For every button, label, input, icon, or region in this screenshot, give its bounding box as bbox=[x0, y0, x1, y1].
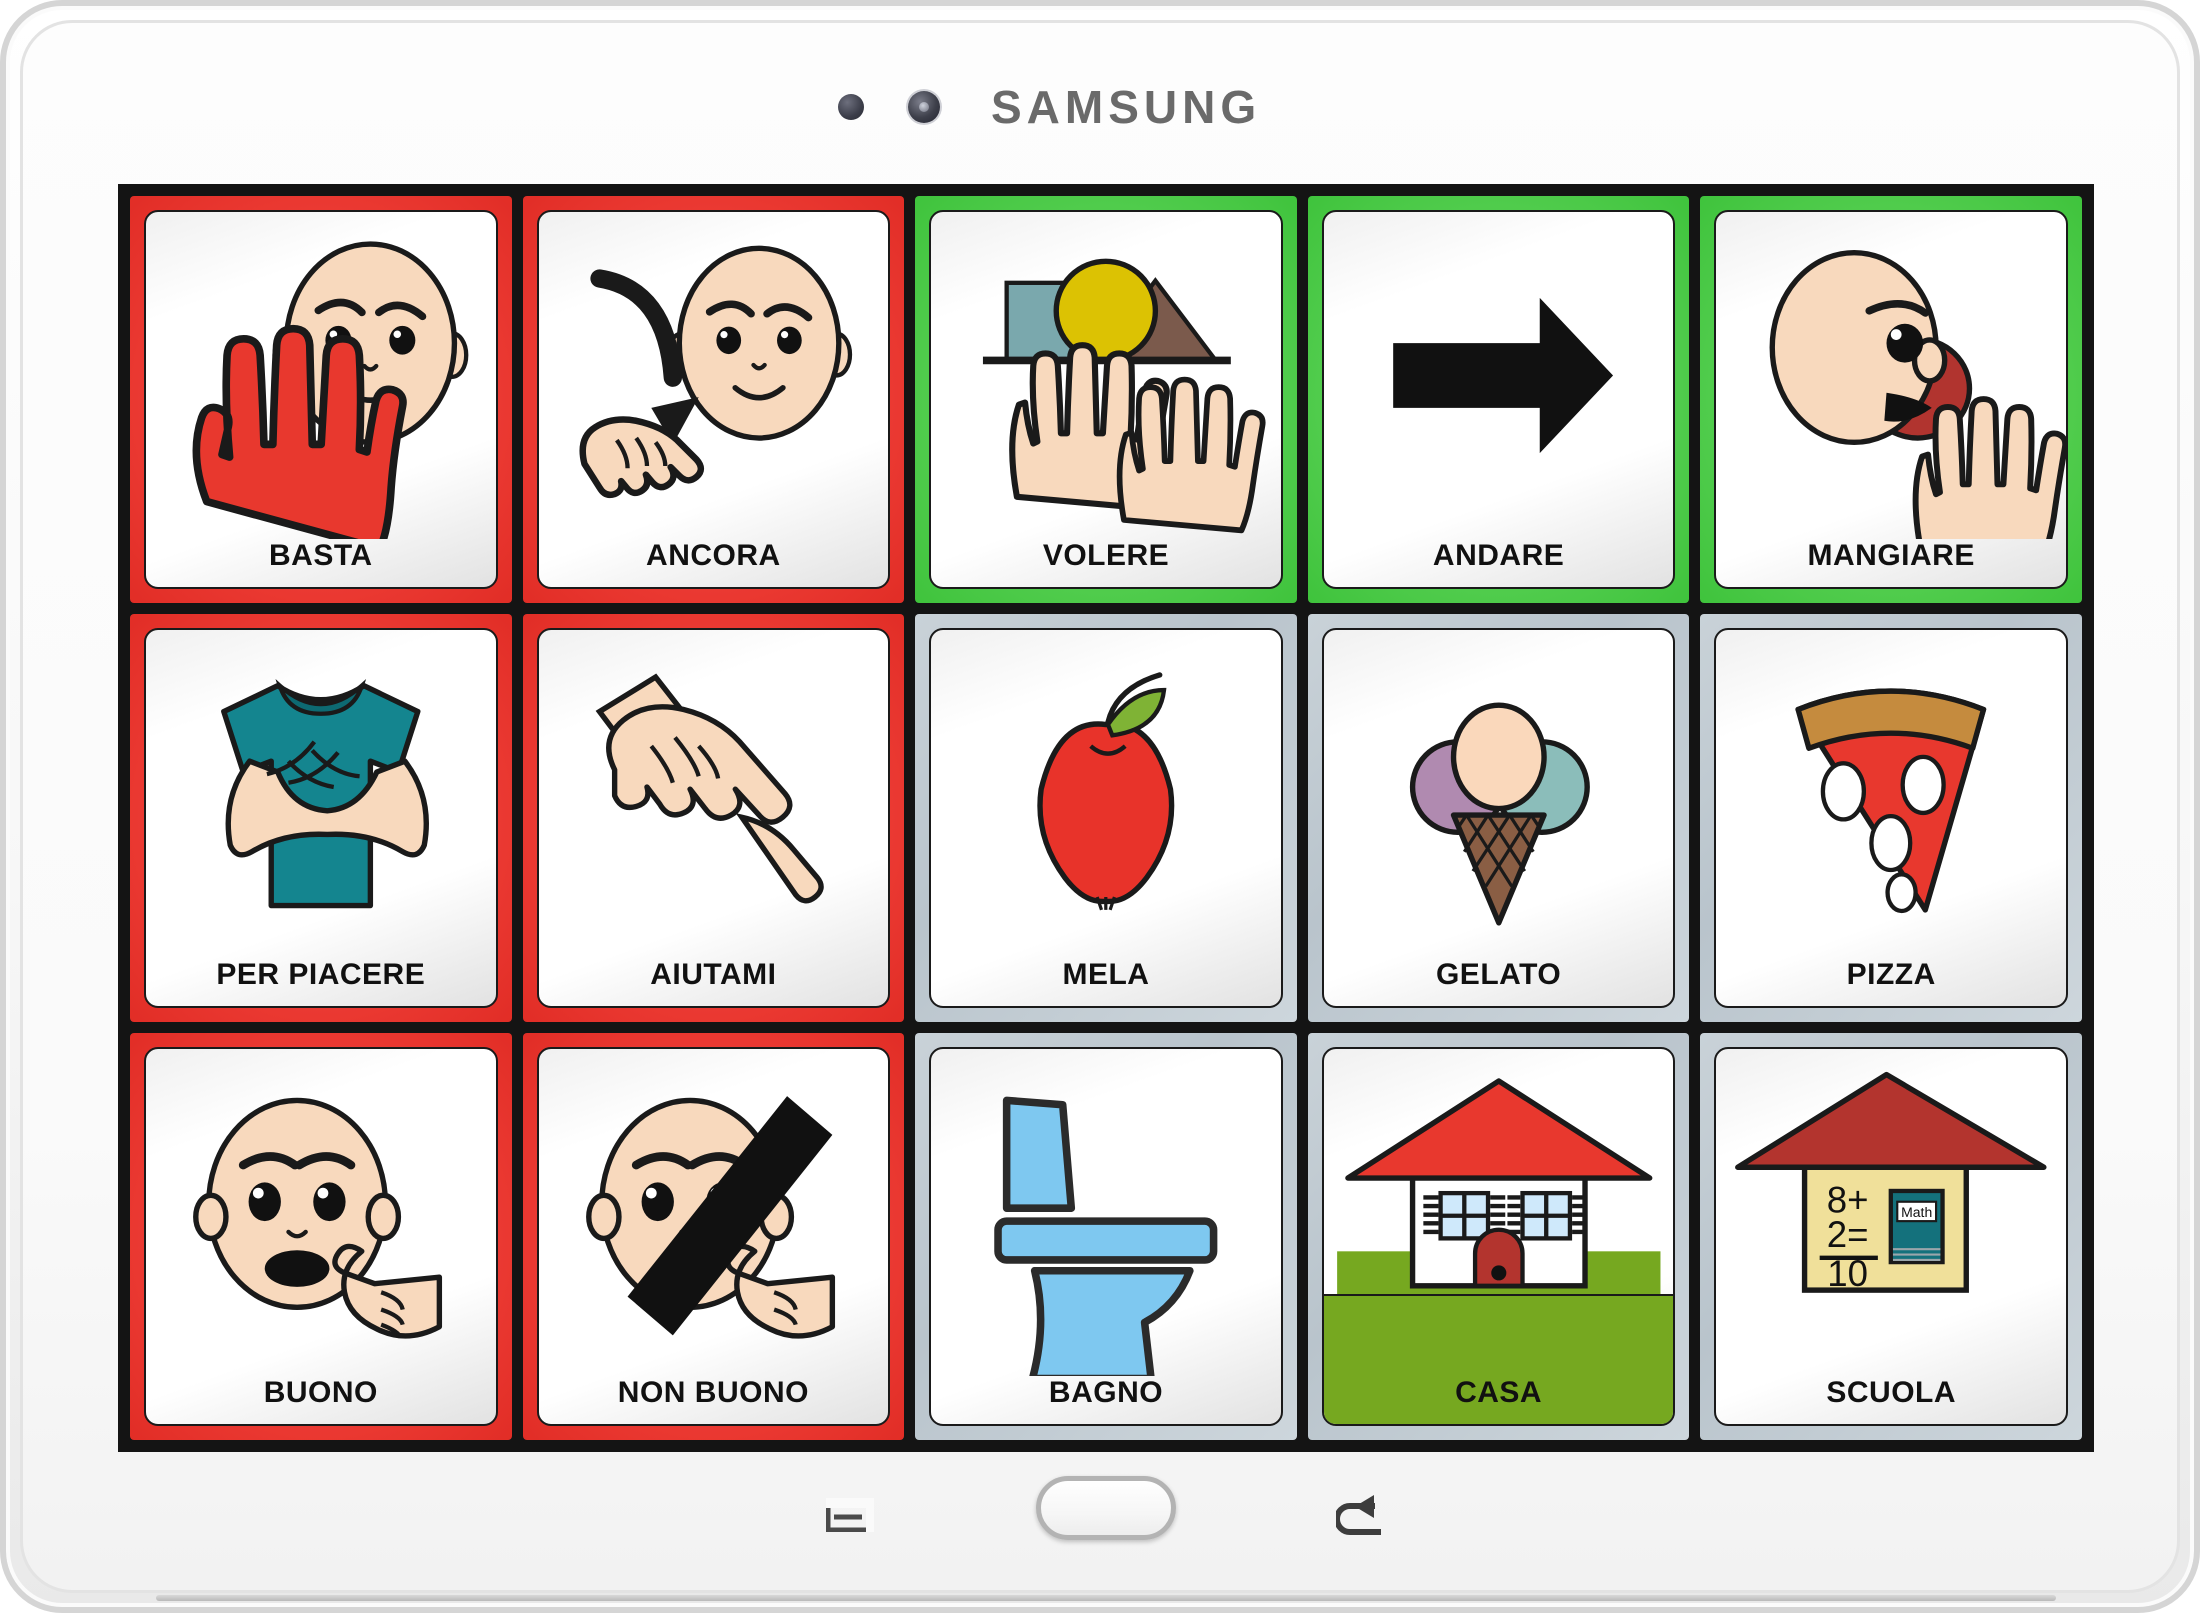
aac-card[interactable]: BASTA bbox=[144, 210, 498, 590]
crossed-arms-tshirt-icon bbox=[146, 634, 496, 957]
aac-cell-label: AIUTAMI bbox=[650, 957, 777, 991]
aac-cell-basta[interactable]: BASTA bbox=[130, 196, 512, 604]
pizza-slice-icon bbox=[1716, 634, 2066, 957]
aac-communication-board: BASTA ANCORA VOLERE ANDARE MANGIARE PER … bbox=[130, 196, 2082, 1440]
device-top-bar: SAMSUNG bbox=[6, 6, 2200, 166]
arrow-down-fist-face-icon bbox=[539, 216, 889, 539]
school-sum-line3: 10 bbox=[1828, 1252, 1869, 1293]
aac-cell-aiutami[interactable]: AIUTAMI bbox=[522, 614, 905, 1022]
helping-hands-icon bbox=[539, 634, 889, 957]
aac-cell-gelato[interactable]: GELATO bbox=[1307, 614, 1690, 1022]
aac-cell-label: PIZZA bbox=[1846, 957, 1936, 991]
face-smiling-finger-cheek-icon bbox=[146, 1053, 496, 1376]
aac-card[interactable]: MELA bbox=[929, 628, 1283, 1008]
aac-cell-bagno[interactable]: BAGNO bbox=[915, 1032, 1297, 1440]
android-nav-bar bbox=[6, 1440, 2200, 1607]
apple-icon bbox=[931, 634, 1281, 957]
samsung-brand-label: SAMSUNG bbox=[991, 81, 1262, 133]
face-eating-apple-icon bbox=[1716, 216, 2066, 540]
aac-cell-label: ANDARE bbox=[1432, 539, 1565, 573]
aac-card[interactable]: PIZZA bbox=[1714, 628, 2068, 1008]
menu-icon[interactable] bbox=[825, 1497, 876, 1533]
aac-card[interactable]: PER PIACERE bbox=[144, 628, 498, 1008]
aac-cell-label: BAGNO bbox=[1048, 1376, 1164, 1409]
aac-cell-label: MANGIARE bbox=[1807, 539, 1975, 573]
tablet-device: SAMSUNG BASTA ANCORA VOLERE ANDARE MANGI… bbox=[0, 0, 2200, 1613]
right-arrow-icon bbox=[1324, 216, 1674, 539]
aac-card[interactable]: NON BUONO bbox=[536, 1046, 891, 1426]
aac-cell-label: NON BUONO bbox=[617, 1376, 809, 1409]
tablet-screen: BASTA ANCORA VOLERE ANDARE MANGIARE PER … bbox=[118, 184, 2094, 1452]
aac-cell-label: VOLERE bbox=[1042, 539, 1170, 573]
aac-cell-label: MELA bbox=[1062, 957, 1150, 991]
aac-cell-andare[interactable]: ANDARE bbox=[1307, 196, 1690, 604]
ice-cream-cone-icon bbox=[1324, 634, 1674, 957]
device-bottom-edge bbox=[156, 1595, 2056, 1601]
aac-card[interactable]: ANDARE bbox=[1321, 210, 1676, 590]
home-button[interactable] bbox=[1036, 1476, 1176, 1540]
aac-card[interactable]: MANGIARE bbox=[1714, 210, 2068, 590]
aac-cell-casa[interactable]: CASA bbox=[1307, 1032, 1690, 1440]
aac-card[interactable]: BAGNO bbox=[929, 1046, 1283, 1426]
aac-cell-label: GELATO bbox=[1435, 957, 1562, 991]
aac-card[interactable]: BUONO bbox=[144, 1046, 498, 1426]
aac-cell-label: BUONO bbox=[263, 1376, 378, 1409]
math-book-label: Math bbox=[1902, 1203, 1933, 1219]
aac-card[interactable]: AIUTAMI bbox=[536, 628, 891, 1008]
aac-cell-scuola[interactable]: 8+ 2= 10 Math SCUOLA bbox=[1700, 1032, 2082, 1440]
aac-cell-label: BASTA bbox=[268, 539, 373, 573]
aac-cell-ancora[interactable]: ANCORA bbox=[522, 196, 905, 604]
aac-cell-label: PER PIACERE bbox=[216, 957, 426, 991]
aac-cell-volere[interactable]: VOLERE bbox=[915, 196, 1297, 604]
aac-card[interactable]: CASA bbox=[1321, 1046, 1676, 1426]
aac-cell-per-piacere[interactable]: PER PIACERE bbox=[130, 614, 512, 1022]
aac-cell-buono[interactable]: BUONO bbox=[130, 1032, 512, 1440]
two-hands-shapes-icon bbox=[931, 216, 1281, 539]
aac-cell-mela[interactable]: MELA bbox=[915, 614, 1297, 1022]
aac-card[interactable]: VOLERE bbox=[929, 210, 1283, 590]
stop-hand-face-icon bbox=[146, 216, 496, 540]
aac-card[interactable]: ANCORA bbox=[536, 210, 891, 590]
proximity-sensor-icon bbox=[838, 94, 864, 120]
toilet-icon bbox=[931, 1053, 1281, 1376]
aac-cell-label: ANCORA bbox=[646, 539, 781, 573]
back-icon[interactable] bbox=[1334, 1492, 1384, 1536]
school-house-icon: 8+ 2= 10 Math bbox=[1716, 1053, 2066, 1376]
aac-cell-label: SCUOLA bbox=[1826, 1376, 1957, 1409]
aac-cell-mangiare[interactable]: MANGIARE bbox=[1700, 196, 2082, 604]
school-sum-line2: 2= bbox=[1827, 1214, 1869, 1255]
aac-cell-non-buono[interactable]: NON BUONO bbox=[522, 1032, 905, 1440]
aac-card[interactable]: 8+ 2= 10 Math SCUOLA bbox=[1714, 1046, 2068, 1426]
face-finger-cheek-crossed-icon bbox=[539, 1053, 889, 1376]
aac-card[interactable]: GELATO bbox=[1321, 628, 1676, 1008]
aac-cell-label: CASA bbox=[1455, 1376, 1543, 1409]
aac-cell-pizza[interactable]: PIZZA bbox=[1700, 614, 2082, 1022]
front-camera-icon bbox=[908, 91, 940, 123]
